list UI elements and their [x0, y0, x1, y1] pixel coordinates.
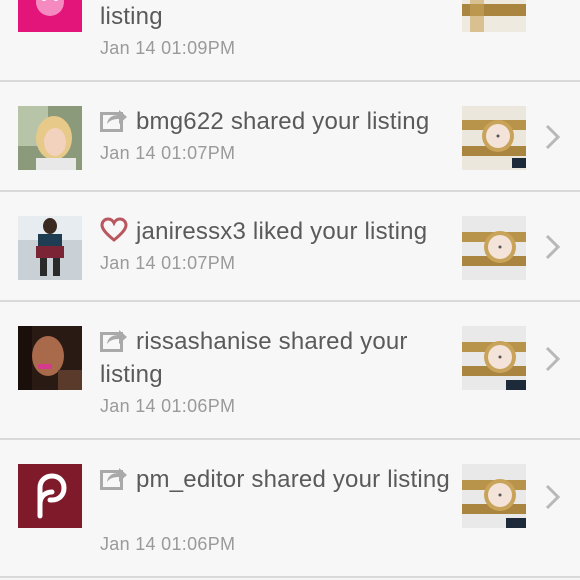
listing-thumbnail[interactable]: [462, 106, 526, 170]
notification-message: bmg622 shared your listing: [100, 105, 450, 138]
username[interactable]: rissashanise: [136, 328, 272, 355]
timestamp: Jan 14 01:09PM: [100, 38, 236, 58]
timestamp: Jan 14 01:07PM: [100, 253, 236, 273]
chevron-right-icon[interactable]: [542, 344, 564, 374]
chevron-right-icon[interactable]: [542, 0, 564, 2]
timestamp: Jan 14 01:07PM: [100, 143, 236, 163]
user-photo-selfie[interactable]: [18, 326, 82, 390]
notification-row[interactable]: pm_editor shared your listing Jan 14 01:…: [0, 440, 580, 578]
chevron-right-icon[interactable]: [542, 122, 564, 152]
listing-thumbnail[interactable]: [462, 326, 526, 390]
timestamp: Jan 14 01:06PM: [100, 396, 236, 416]
username[interactable]: janiressx3: [136, 218, 246, 245]
notification-message: pm_editor shared your listing: [100, 463, 450, 496]
notification-row[interactable]: listing Jan 14 01:09PM: [0, 0, 580, 82]
share-icon: [100, 465, 128, 491]
action-text: liked your listing: [252, 218, 428, 245]
pink-avatar-icon[interactable]: [18, 0, 82, 32]
notification-row[interactable]: rissashanise shared your listing Jan 14 …: [0, 302, 580, 440]
notification-feed: listing Jan 14 01:09PM bmg622 shared you…: [0, 0, 580, 580]
user-photo-blonde[interactable]: [18, 106, 82, 170]
user-photo-outfit[interactable]: [18, 216, 82, 280]
poshmark-logo-icon[interactable]: [18, 464, 82, 528]
notification-message: listing: [100, 0, 450, 33]
notification-message: rissashanise shared your listing: [100, 325, 450, 391]
action-text: shared your listing: [251, 466, 450, 493]
listing-thumbnail[interactable]: [462, 464, 526, 528]
action-text: shared your listing: [230, 108, 430, 135]
listing-thumbnail[interactable]: [462, 0, 526, 32]
chevron-right-icon[interactable]: [542, 232, 564, 262]
notification-row[interactable]: janiressx3 liked your listing Jan 14 01:…: [0, 192, 580, 302]
username[interactable]: bmg622: [136, 108, 224, 135]
listing-thumbnail[interactable]: [462, 216, 526, 280]
heart-icon: [100, 217, 128, 243]
notification-message: janiressx3 liked your listing: [100, 215, 450, 248]
timestamp: Jan 14 01:06PM: [100, 534, 236, 554]
chevron-right-icon[interactable]: [542, 482, 564, 512]
share-icon: [100, 327, 128, 353]
share-icon: [100, 107, 128, 133]
notification-row[interactable]: bmg622 shared your listing Jan 14 01:07P…: [0, 82, 580, 192]
username[interactable]: pm_editor: [136, 466, 245, 493]
action-text: listing: [100, 3, 163, 30]
